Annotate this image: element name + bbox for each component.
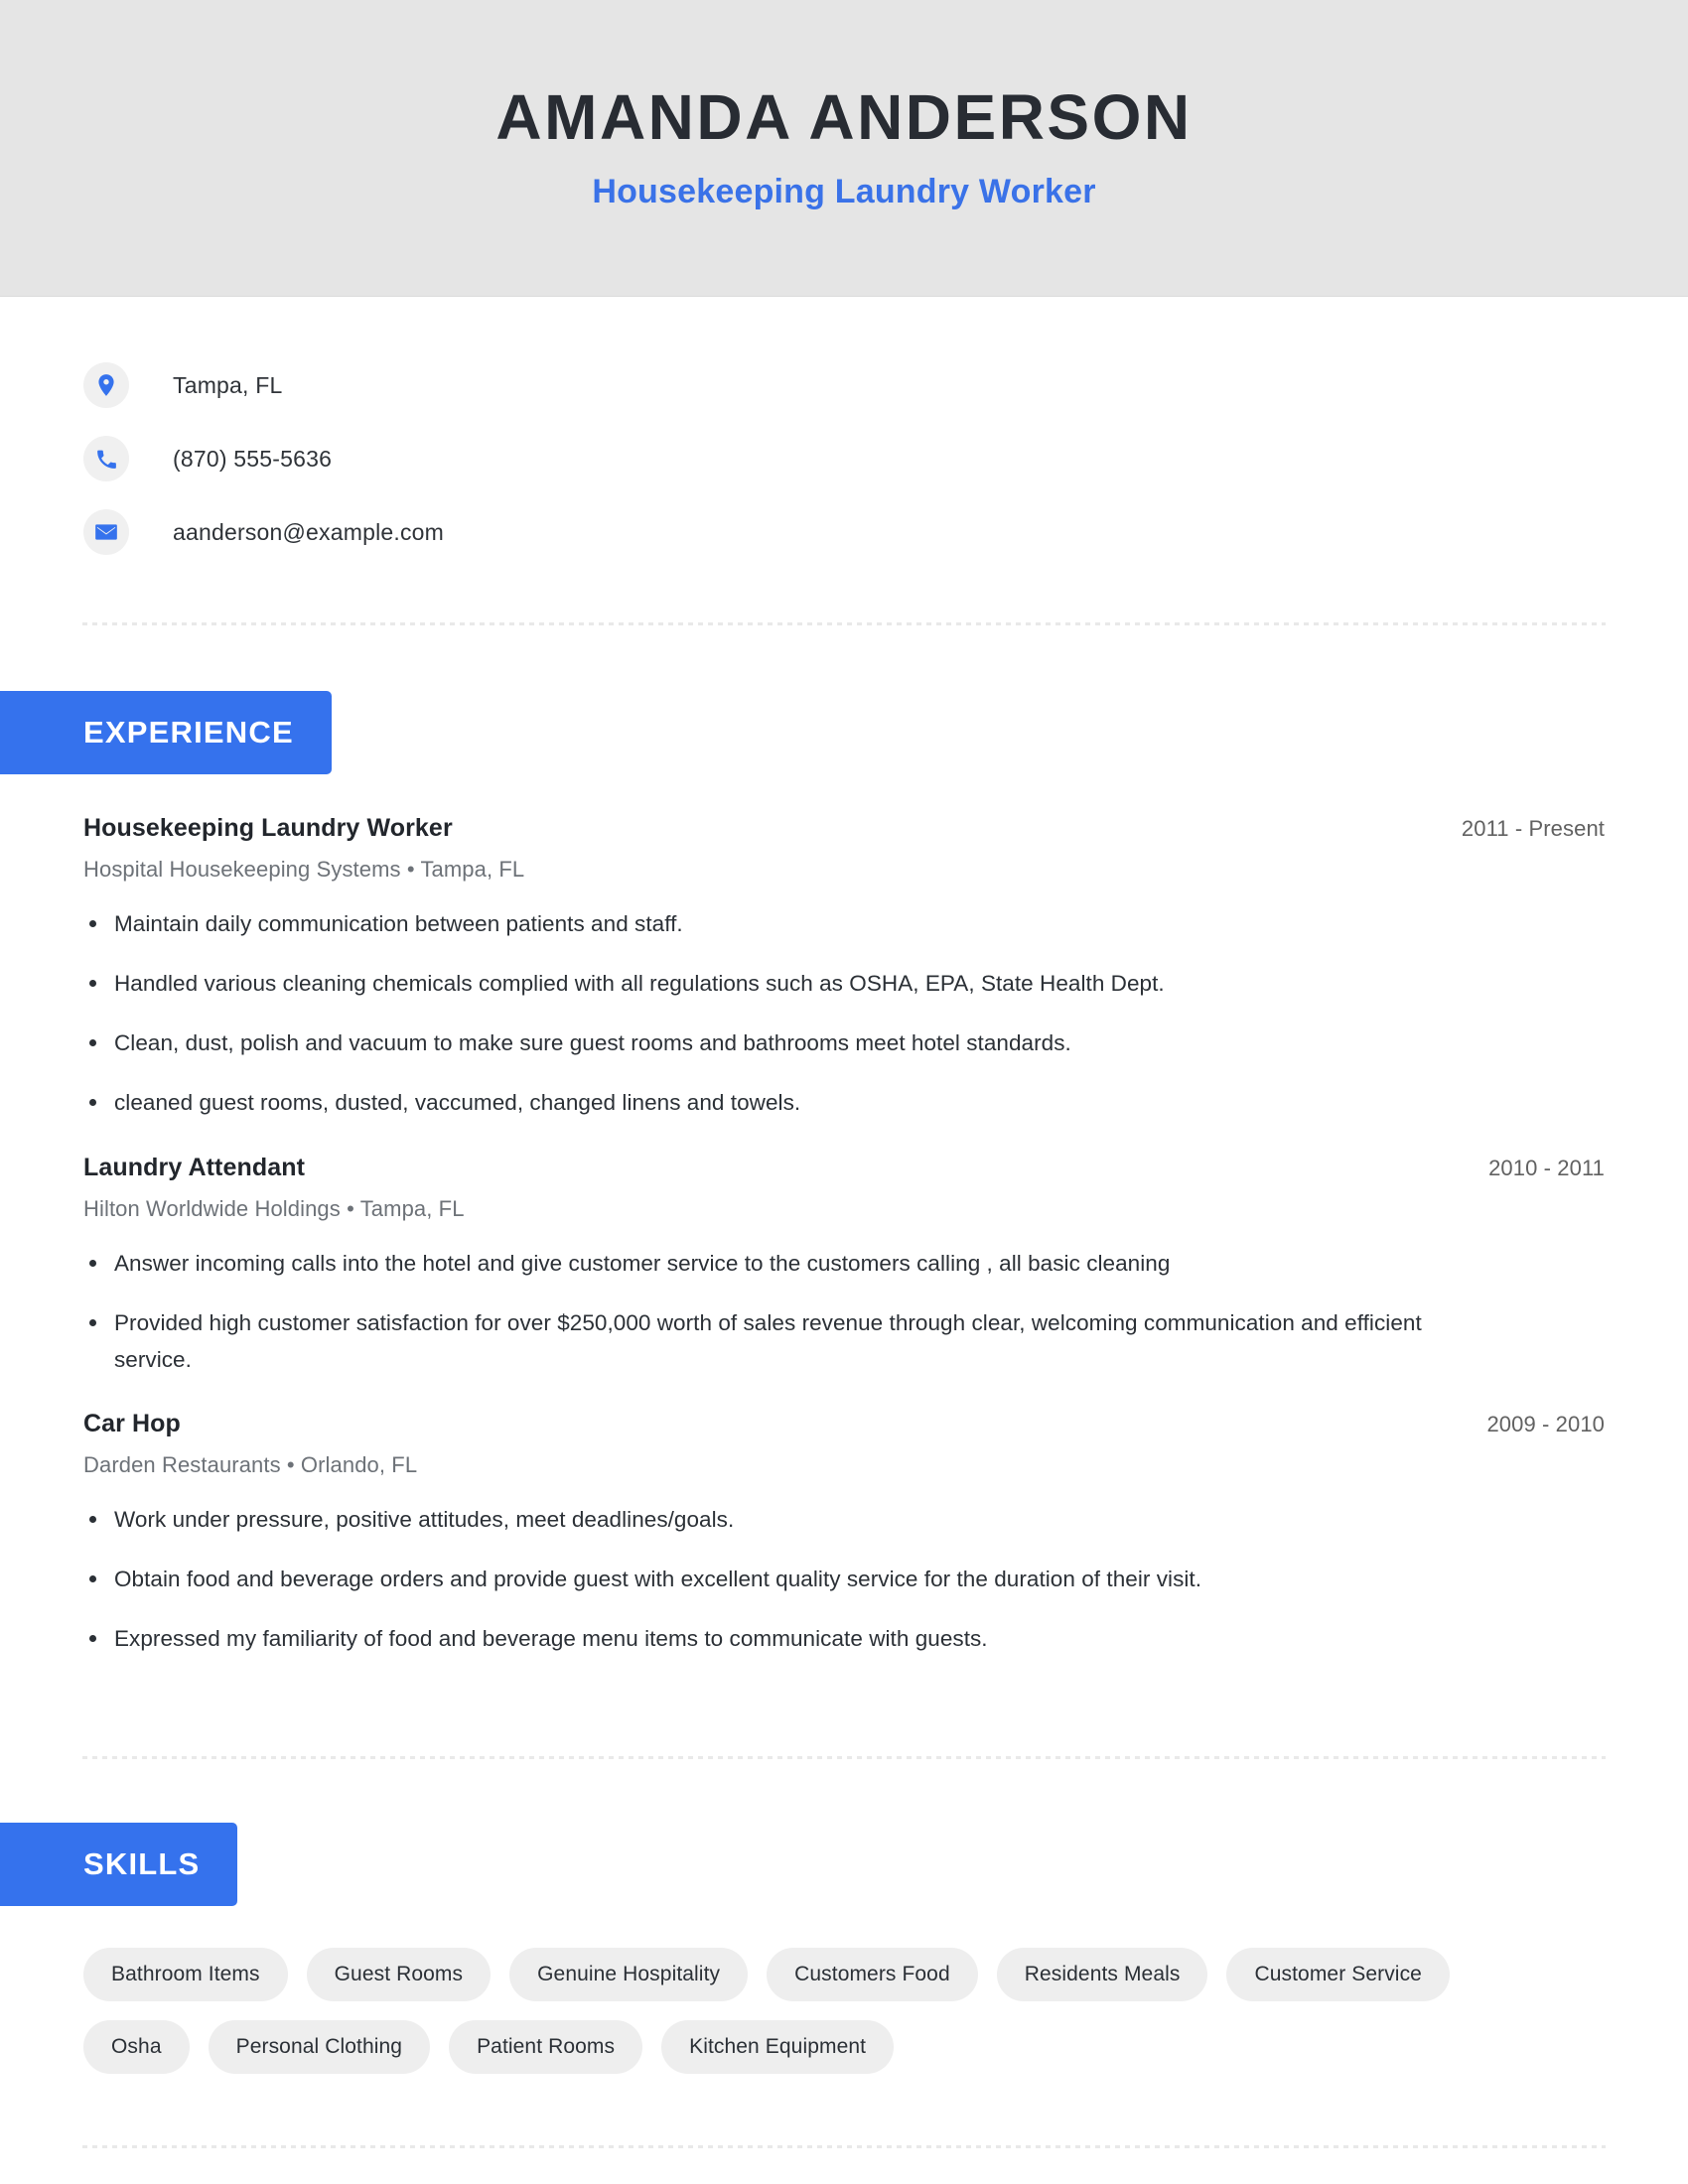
- skill-tag: Genuine Hospitality: [509, 1948, 749, 2002]
- skill-tag: Customers Food: [767, 1948, 978, 2002]
- experience-bullet: Handled various cleaning chemicals compl…: [83, 965, 1464, 1002]
- location-pin-icon: [83, 362, 129, 408]
- email-envelope-icon: [83, 509, 129, 555]
- experience-item-head: Car Hop 2009 - 2010: [83, 1410, 1605, 1438]
- skill-tag: Residents Meals: [996, 1948, 1208, 2002]
- skills-list: Bathroom Items Guest Rooms Genuine Hospi…: [0, 1948, 1549, 2075]
- experience-bullet: Clean, dust, polish and vacuum to make s…: [83, 1024, 1464, 1061]
- experience-company-location: Darden Restaurants • Orlando, FL: [83, 1451, 418, 1477]
- contact-row-location: Tampa, FL: [83, 348, 1688, 422]
- experience-bullet: cleaned guest rooms, dusted, vaccumed, c…: [83, 1084, 1464, 1121]
- skill-tag: Osha: [83, 2020, 190, 2075]
- divider-after-skills: [82, 2145, 1606, 2149]
- contact-block: Tampa, FL (870) 555-5636 aanderson@examp…: [0, 297, 1688, 569]
- contact-row-phone: (870) 555-5636: [83, 422, 1688, 495]
- skill-tag: Customer Service: [1226, 1948, 1450, 2002]
- experience-bullet: Expressed my familiarity of food and bev…: [83, 1620, 1464, 1657]
- experience-item: Laundry Attendant 2010 - 2011 Hilton Wor…: [83, 1154, 1605, 1378]
- skills-section-title: SKILLS: [0, 1823, 238, 1907]
- divider-after-experience: [82, 1756, 1606, 1760]
- experience-bullet: Maintain daily communication between pat…: [83, 905, 1464, 942]
- experience-bullets: Work under pressure, positive attitudes,…: [83, 1501, 1605, 1657]
- contact-email-text: aanderson@example.com: [173, 518, 445, 545]
- skill-tag: Kitchen Equipment: [661, 2020, 895, 2075]
- experience-bullet: Provided high customer satisfaction for …: [83, 1304, 1464, 1378]
- experience-dates: 2011 - Present: [1461, 816, 1605, 841]
- skill-tag: Guest Rooms: [306, 1948, 492, 2002]
- experience-item: Car Hop 2009 - 2010 Darden Restaurants •…: [83, 1410, 1605, 1657]
- experience-section: EXPERIENCE Housekeeping Laundry Worker 2…: [0, 691, 1688, 1657]
- skills-section: SKILLS Bathroom Items Guest Rooms Genuin…: [0, 1823, 1688, 2075]
- contact-phone-text: (870) 555-5636: [173, 445, 333, 472]
- experience-list: Housekeeping Laundry Worker 2011 - Prese…: [0, 814, 1688, 1657]
- candidate-name: AMANDA ANDERSON: [495, 80, 1193, 153]
- experience-bullet: Work under pressure, positive attitudes,…: [83, 1501, 1464, 1538]
- experience-item: Housekeeping Laundry Worker 2011 - Prese…: [83, 814, 1605, 1122]
- experience-bullet: Obtain food and beverage orders and prov…: [83, 1561, 1464, 1597]
- resume-page: AMANDA ANDERSON Housekeeping Laundry Wor…: [0, 0, 1688, 2184]
- experience-dates: 2010 - 2011: [1488, 1155, 1605, 1180]
- experience-role: Housekeeping Laundry Worker: [83, 814, 453, 842]
- resume-body: Tampa, FL (870) 555-5636 aanderson@examp…: [0, 297, 1688, 2149]
- experience-item-head: Housekeeping Laundry Worker 2011 - Prese…: [83, 814, 1605, 843]
- experience-role: Laundry Attendant: [83, 1153, 305, 1181]
- experience-item-head: Laundry Attendant 2010 - 2011: [83, 1154, 1605, 1182]
- skill-tag: Personal Clothing: [208, 2020, 431, 2075]
- contact-row-email: aanderson@example.com: [83, 495, 1688, 569]
- experience-bullets: Maintain daily communication between pat…: [83, 905, 1605, 1122]
- skill-tag: Bathroom Items: [83, 1948, 288, 2002]
- experience-company-location: Hilton Worldwide Holdings • Tampa, FL: [83, 1195, 465, 1221]
- skill-tag: Patient Rooms: [449, 2020, 643, 2075]
- resume-header: AMANDA ANDERSON Housekeeping Laundry Wor…: [0, 0, 1688, 297]
- experience-bullet: Answer incoming calls into the hotel and…: [83, 1245, 1464, 1282]
- contact-location-text: Tampa, FL: [173, 371, 283, 398]
- experience-bullets: Answer incoming calls into the hotel and…: [83, 1245, 1605, 1378]
- experience-section-title: EXPERIENCE: [0, 691, 332, 774]
- candidate-job-title: Housekeeping Laundry Worker: [592, 173, 1096, 211]
- divider-after-contact: [82, 622, 1606, 625]
- experience-company-location: Hospital Housekeeping Systems • Tampa, F…: [83, 857, 525, 882]
- phone-icon: [83, 436, 129, 481]
- experience-role: Car Hop: [83, 1409, 181, 1437]
- experience-dates: 2009 - 2010: [1486, 1411, 1605, 1436]
